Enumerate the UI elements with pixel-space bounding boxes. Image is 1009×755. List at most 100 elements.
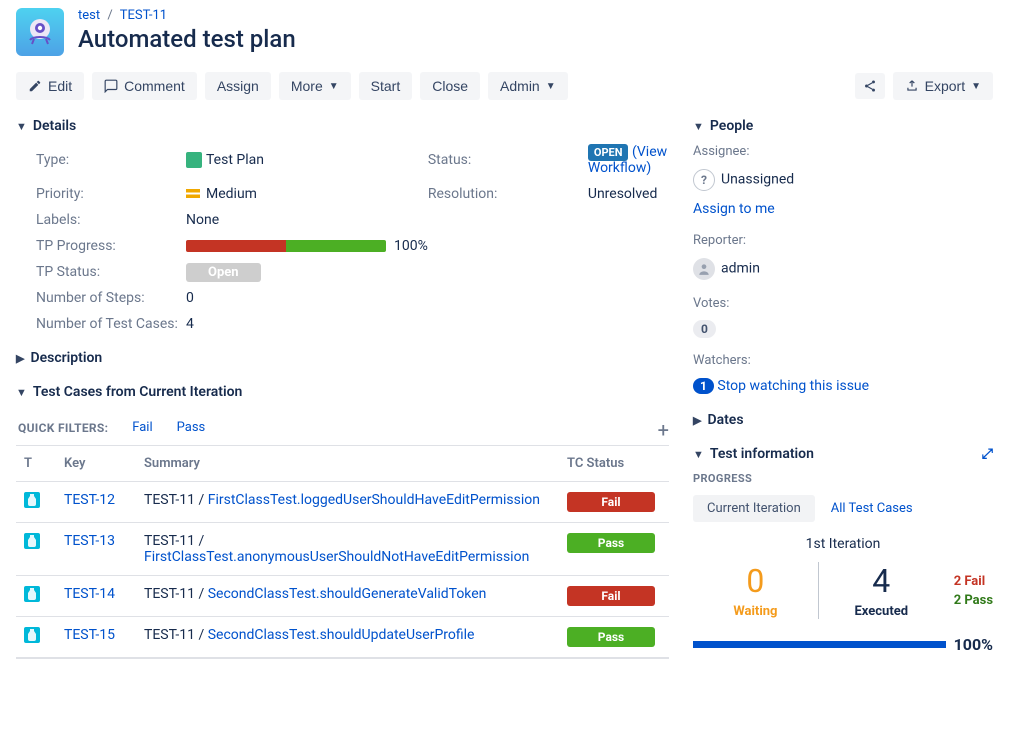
avatar-icon — [693, 258, 715, 280]
cases-label: Number of Test Cases: — [36, 316, 186, 332]
table-row: TEST-14 TEST-11 / SecondClassTest.shouldG… — [16, 576, 669, 617]
col-status: TC Status — [559, 446, 669, 482]
test-case-icon — [24, 492, 40, 508]
breadcrumb-issue[interactable]: TEST-11 — [120, 8, 167, 23]
priority-label: Priority: — [36, 186, 186, 202]
chevron-down-icon: ▼ — [693, 120, 704, 133]
test-case-link[interactable]: SecondClassTest.shouldUpdateUserProfile — [208, 627, 475, 643]
table-row: TEST-15 TEST-11 / SecondClassTest.shouldU… — [16, 617, 669, 658]
tp-progress-label: TP Progress: — [36, 238, 186, 254]
table-row: TEST-12TEST-11 / FirstClassTest.loggedUs… — [16, 482, 669, 523]
test-case-link[interactable]: FirstClassTest.loggedUserShouldHaveEditP… — [208, 492, 540, 508]
export-icon — [905, 79, 919, 93]
filter-pass[interactable]: Pass — [177, 420, 206, 435]
project-avatar[interactable] — [16, 8, 64, 56]
type-value: Test Plan — [186, 152, 428, 168]
tc-status-badge: Pass — [567, 533, 655, 553]
test-case-icon — [24, 586, 40, 602]
status-badge: OPEN — [588, 144, 629, 161]
tab-current-iteration[interactable]: Current Iteration — [693, 495, 815, 522]
breadcrumb: test / TEST-11 — [78, 8, 296, 23]
comment-icon — [104, 79, 118, 93]
execution-progress-bar — [693, 641, 946, 648]
comment-button[interactable]: Comment — [92, 72, 197, 100]
chevron-down-icon: ▼ — [16, 120, 27, 133]
test-cases-section-toggle[interactable]: ▼ Test Cases from Current Iteration — [16, 384, 669, 400]
close-button[interactable]: Close — [420, 72, 480, 100]
test-case-key[interactable]: TEST-13 — [64, 533, 115, 549]
test-case-link[interactable]: SecondClassTest.shouldGenerateValidToken — [208, 586, 487, 602]
tc-status-badge: Pass — [567, 627, 655, 647]
test-case-key[interactable]: TEST-12 — [64, 492, 115, 508]
tp-status-badge: Open — [186, 263, 261, 282]
test-case-icon — [24, 533, 40, 549]
assignee-label: Assignee: — [693, 144, 993, 159]
test-cases-table: T Key Summary TC Status TEST-12TEST-11 /… — [16, 446, 669, 657]
assign-button[interactable]: Assign — [205, 72, 271, 100]
people-section-toggle[interactable]: ▼ People — [693, 118, 993, 134]
page-title: Automated test plan — [78, 25, 296, 53]
share-icon — [863, 79, 877, 93]
test-case-icon — [24, 627, 40, 643]
steps-label: Number of Steps: — [36, 290, 186, 306]
status-label: Status: — [428, 152, 588, 168]
export-button[interactable]: Export ▼ — [893, 72, 993, 100]
breadcrumb-project[interactable]: test — [78, 8, 100, 23]
description-section-toggle[interactable]: ▶ Description — [16, 350, 669, 366]
test-case-key[interactable]: TEST-15 — [64, 627, 115, 643]
col-key: Key — [56, 446, 136, 482]
chevron-down-icon: ▼ — [971, 81, 981, 92]
chevron-down-icon: ▼ — [16, 386, 27, 399]
assignee-value: ?Unassigned — [693, 169, 993, 191]
iteration-title: 1st Iteration — [693, 536, 993, 552]
resolution-label: Resolution: — [428, 186, 588, 202]
tc-status-badge: Fail — [567, 586, 655, 606]
more-button[interactable]: More ▼ — [279, 72, 351, 100]
pass-count: 2 Pass — [954, 593, 993, 608]
expand-icon[interactable]: ⤢ — [982, 446, 993, 462]
cases-value: 4 — [186, 316, 428, 332]
chevron-down-icon: ▼ — [693, 448, 704, 461]
edit-button[interactable]: Edit — [16, 72, 84, 100]
test-info-section-toggle[interactable]: ▼ Test information ⤢ — [693, 446, 993, 462]
admin-button[interactable]: Admin ▼ — [488, 72, 568, 100]
executed-count: 4 — [829, 562, 934, 600]
labels-label: Labels: — [36, 212, 186, 228]
tc-status-badge: Fail — [567, 492, 655, 512]
waiting-label: Waiting — [703, 604, 808, 619]
assign-to-me-link[interactable]: Assign to me — [693, 201, 775, 217]
priority-value: Medium — [186, 186, 428, 202]
watchers-label: Watchers: — [693, 353, 993, 368]
reporter-value: admin — [693, 258, 993, 280]
type-label: Type: — [36, 152, 186, 168]
dates-section-toggle[interactable]: ▶ Dates — [693, 412, 993, 428]
filter-fail[interactable]: Fail — [132, 420, 152, 435]
action-toolbar: Edit Comment Assign More ▼ Start Close A… — [16, 72, 993, 100]
tp-progress-value: 100% — [186, 238, 428, 254]
stop-watching-link[interactable]: Stop watching this issue — [717, 378, 869, 394]
test-case-summary: TEST-11 / SecondClassTest.shouldUpdateUs… — [136, 617, 559, 658]
resolution-value: Unresolved — [588, 186, 669, 202]
reporter-label: Reporter: — [693, 233, 993, 248]
add-test-case-button[interactable]: + — [658, 418, 669, 442]
table-row: TEST-13TEST-11 / FirstClassTest.anonymou… — [16, 523, 669, 576]
execution-pct: 100% — [954, 635, 993, 654]
test-plan-icon — [186, 152, 202, 168]
quick-filters-label: QUICK FILTERS: — [18, 421, 108, 435]
chevron-right-icon: ▶ — [16, 352, 24, 365]
tp-status-label: TP Status: — [36, 264, 186, 280]
progress-label: PROGRESS — [693, 472, 993, 485]
chevron-right-icon: ▶ — [693, 414, 701, 427]
test-case-link[interactable]: FirstClassTest.anonymousUserShouldNotHav… — [144, 549, 529, 565]
test-case-summary: TEST-11 / SecondClassTest.shouldGenerate… — [136, 576, 559, 617]
unassigned-icon: ? — [693, 169, 715, 191]
details-section-toggle[interactable]: ▼ Details — [16, 118, 669, 134]
share-button[interactable] — [855, 73, 885, 99]
status-value: OPEN (View Workflow) — [588, 144, 669, 176]
tab-all-test-cases[interactable]: All Test Cases — [827, 495, 917, 522]
start-button[interactable]: Start — [359, 72, 413, 100]
watchers-count: 1 — [693, 378, 714, 394]
test-case-key[interactable]: TEST-14 — [64, 586, 115, 602]
votes-label: Votes: — [693, 296, 993, 311]
steps-value: 0 — [186, 290, 428, 306]
